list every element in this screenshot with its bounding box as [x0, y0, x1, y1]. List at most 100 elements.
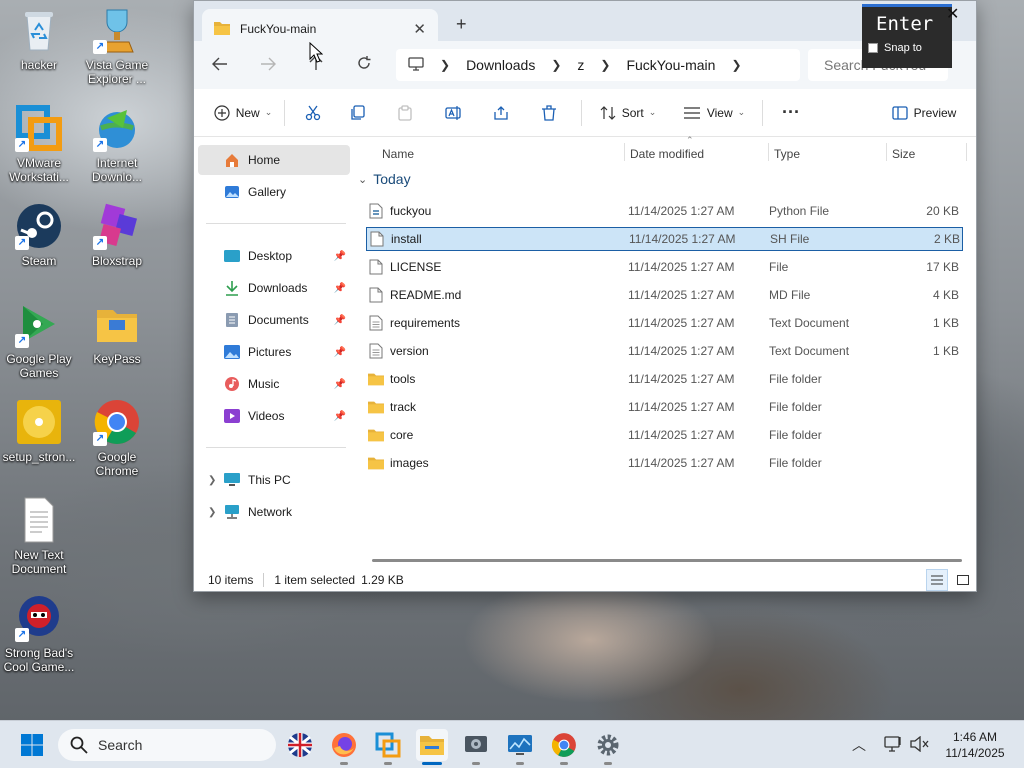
tiles-view-button[interactable]	[952, 569, 974, 591]
forward-button[interactable]	[244, 55, 292, 76]
taskbar-chrome[interactable]	[548, 729, 580, 765]
chrome-icon: ↗	[93, 398, 141, 446]
horizontal-scrollbar[interactable]	[372, 559, 962, 562]
sort-button[interactable]: Sort ⌄	[590, 97, 666, 129]
volume-muted-icon[interactable]	[910, 735, 930, 755]
column-header-name[interactable]: Name	[378, 141, 622, 167]
pin-icon[interactable]: 📌	[334, 251, 346, 262]
breadcrumb-downloads[interactable]: Downloads	[466, 57, 535, 73]
nav-item-gallery[interactable]: Gallery	[198, 177, 350, 207]
column-header-type[interactable]: Type	[770, 141, 886, 167]
file-row-readme-md[interactable]: README.md 11/14/2025 1:27 AM MD File 4 KB	[366, 283, 963, 307]
chevron-up-icon[interactable]: ︿	[852, 735, 866, 755]
cut-button[interactable]	[293, 97, 333, 129]
desktop-icon-internet-download-manager[interactable]: ↗ Internet Downlo...	[78, 104, 156, 184]
nav-item-pictures[interactable]: Pictures 📌	[198, 337, 350, 367]
details-view-button[interactable]	[926, 569, 948, 591]
refresh-button[interactable]	[340, 55, 388, 76]
chevron-right-icon[interactable]: ❯	[208, 507, 216, 518]
taskbar-app-gear-monitor[interactable]	[460, 729, 492, 765]
nav-item-music[interactable]: Music 📌	[198, 369, 350, 399]
taskbar: Search ︿ 1:46 AM 11/14/2025	[0, 720, 1024, 768]
taskbar-vmware[interactable]	[372, 729, 404, 765]
new-tab-button[interactable]: +	[456, 14, 467, 35]
close-icon[interactable]: ✕	[946, 4, 959, 24]
taskbar-flag-app[interactable]	[284, 729, 316, 761]
file-row-install[interactable]: install 11/14/2025 1:27 AM SH File 2 KB	[366, 227, 963, 251]
address-field[interactable]: ❯ Downloads ❯ z ❯ FuckYou-main ❯	[396, 49, 800, 81]
desktop-icon-keypass[interactable]: KeyPass	[78, 300, 156, 366]
file-row-core[interactable]: core 11/14/2025 1:27 AM File folder	[366, 423, 963, 447]
view-button[interactable]: View ⌄	[674, 97, 754, 129]
desktop-icon-setup-strong[interactable]: setup_stron...	[0, 398, 78, 464]
desktop-icon-google-chrome[interactable]: ↗ Google Chrome	[78, 398, 156, 478]
chevron-down-icon: ⌄	[648, 107, 657, 117]
desktop-icon-strong-bad[interactable]: ↗ Strong Bad's Cool Game...	[0, 594, 78, 674]
file-row-images[interactable]: images 11/14/2025 1:27 AM File folder	[366, 451, 963, 475]
pin-icon[interactable]: 📌	[334, 283, 346, 294]
more-options-button[interactable]: ···	[771, 97, 811, 129]
nav-item-home[interactable]: Home	[198, 145, 350, 175]
breadcrumb-fuckyou-main[interactable]: FuckYou-main	[626, 57, 715, 73]
taskbar-file-explorer[interactable]	[416, 729, 448, 765]
column-header-date[interactable]: Date modified	[626, 141, 766, 167]
delete-button[interactable]	[525, 97, 573, 129]
nav-item-downloads[interactable]: Downloads 📌	[198, 273, 350, 303]
desktop-icon-hacker[interactable]: hacker	[0, 6, 78, 72]
chevron-right-icon[interactable]: ❯	[208, 475, 216, 486]
preview-button[interactable]: Preview	[884, 97, 964, 129]
rename-button[interactable]	[429, 97, 477, 129]
chevron-right-icon[interactable]: ❯	[440, 58, 450, 72]
file-row-requirements[interactable]: requirements 11/14/2025 1:27 AM Text Docum…	[366, 311, 963, 335]
column-header-size[interactable]: Size	[888, 141, 964, 167]
taskbar-firefox[interactable]	[328, 729, 360, 765]
file-row-fuckyou[interactable]: fuckyou 11/14/2025 1:27 AM Python File 20 K…	[366, 199, 963, 223]
column-divider[interactable]	[624, 143, 625, 161]
desktop-icon-steam[interactable]: ↗ Steam	[0, 202, 78, 268]
desktop-icon-bloxstrap[interactable]: ↗ Bloxstrap	[78, 202, 156, 268]
copy-button[interactable]	[333, 97, 381, 129]
chevron-right-icon[interactable]: ❯	[731, 58, 741, 72]
file-size: 17 KB	[926, 260, 959, 274]
nav-item-network[interactable]: ❯ Network	[198, 497, 350, 527]
monitor-icon[interactable]	[408, 56, 424, 74]
group-header-today[interactable]: ⌄ Today	[358, 171, 411, 187]
snap-option[interactable]: Snap to	[862, 42, 952, 54]
chevron-right-icon[interactable]: ❯	[600, 58, 610, 72]
pin-icon[interactable]: 📌	[334, 379, 346, 390]
chevron-right-icon[interactable]: ❯	[551, 58, 561, 72]
music-icon	[224, 376, 240, 392]
file-row-track[interactable]: track 11/14/2025 1:27 AM File folder	[366, 395, 963, 419]
network-tray-icon[interactable]	[884, 735, 904, 756]
back-button[interactable]	[196, 55, 244, 76]
pin-icon[interactable]: 📌	[334, 411, 346, 422]
pin-icon[interactable]: 📌	[334, 315, 346, 326]
column-divider[interactable]	[768, 143, 769, 161]
nav-item-documents[interactable]: Documents 📌	[198, 305, 350, 335]
breadcrumb-z[interactable]: z	[577, 57, 584, 73]
close-tab-icon[interactable]: ✕	[413, 20, 426, 38]
file-row-tools[interactable]: tools 11/14/2025 1:27 AM File folder	[366, 367, 963, 391]
file-row-version[interactable]: version 11/14/2025 1:27 AM Text Document 1 …	[366, 339, 963, 363]
file-date: 11/14/2025 1:27 AM	[628, 456, 735, 470]
paste-button[interactable]	[381, 97, 429, 129]
desktop-icon-vista-game-explorer[interactable]: ↗ Vista Game Explorer ...	[78, 6, 156, 86]
nav-item-videos[interactable]: Videos 📌	[198, 401, 350, 431]
nav-item-this-pc[interactable]: ❯ This PC	[198, 465, 350, 495]
pin-icon[interactable]: 📌	[334, 347, 346, 358]
column-divider[interactable]	[966, 143, 967, 161]
taskbar-settings[interactable]	[592, 729, 624, 765]
desktop-icon-new-text-document[interactable]: New Text Document	[0, 496, 78, 576]
taskbar-search[interactable]: Search	[58, 729, 276, 761]
column-divider[interactable]	[886, 143, 887, 161]
file-row-license[interactable]: LICENSE 11/14/2025 1:27 AM File 17 KB	[366, 255, 963, 279]
desktop-icon-vmware[interactable]: ↗ VMware Workstati...	[0, 104, 78, 184]
taskbar-clock[interactable]: 1:46 AM 11/14/2025	[936, 729, 1014, 761]
nav-item-desktop[interactable]: Desktop 📌	[198, 241, 350, 271]
start-button[interactable]	[16, 729, 48, 761]
new-button[interactable]: New ⌄	[210, 97, 276, 129]
desktop-icon-google-play-games[interactable]: ↗ Google Play Games	[0, 300, 78, 380]
snap-checkbox[interactable]	[868, 43, 878, 53]
taskbar-app-chart[interactable]	[504, 729, 536, 765]
share-button[interactable]	[477, 97, 525, 129]
